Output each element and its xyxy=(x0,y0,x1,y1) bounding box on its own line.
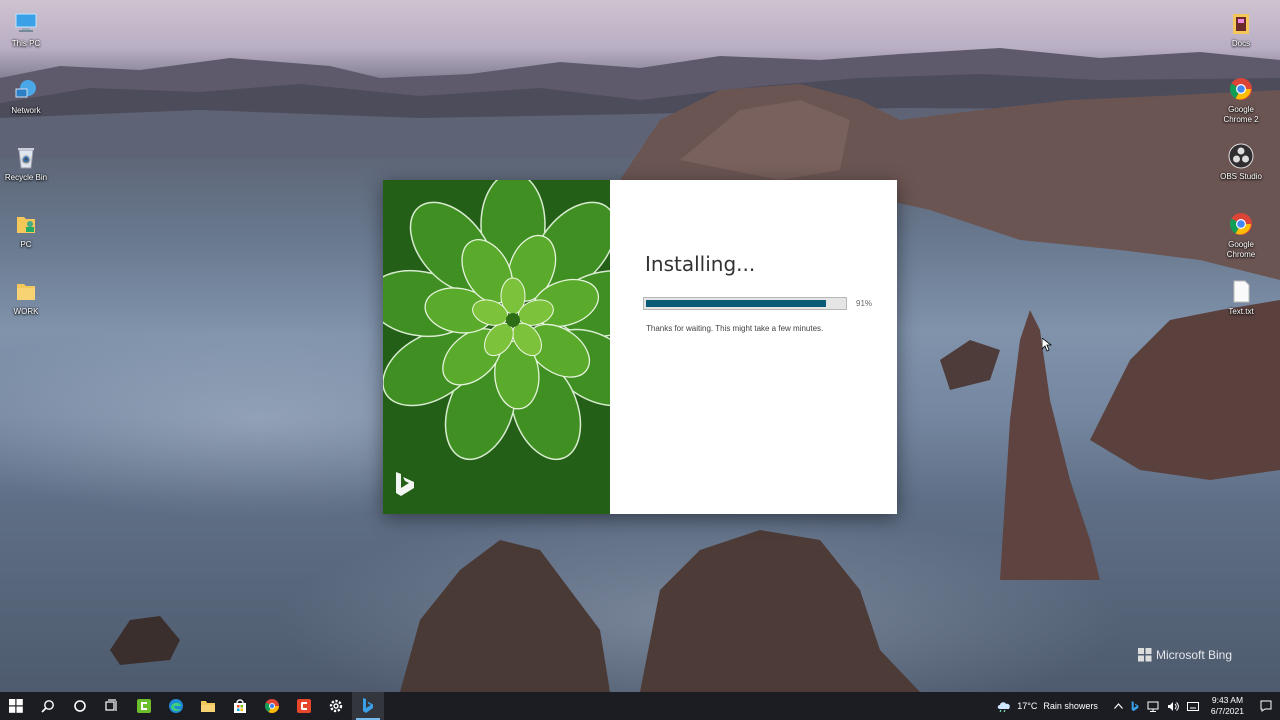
task-view-icon xyxy=(105,699,117,711)
desktop-icon-label: Google Chrome 2 xyxy=(1223,105,1259,124)
installer-title: Installing... xyxy=(645,252,756,276)
taskbar-app-green[interactable] xyxy=(128,692,160,720)
user-folder-icon xyxy=(17,217,35,233)
start-button[interactable] xyxy=(0,692,32,720)
network-icon xyxy=(1147,701,1159,712)
installer-content: Installing... 91% Thanks for waiting. Th… xyxy=(610,180,897,514)
search-button[interactable] xyxy=(32,692,64,720)
wallpaper-foreground-rocks xyxy=(110,530,920,692)
succulent-image xyxy=(383,180,610,514)
weather-temp: 17°C xyxy=(1017,701,1038,711)
desktop-icon-label: Text.txt xyxy=(1228,307,1254,316)
bing-icon xyxy=(1131,700,1139,711)
install-progress-bar xyxy=(643,297,847,310)
wallpaper-sea-stacks xyxy=(940,300,1280,580)
recycle-bin-icon: ♻ xyxy=(18,148,34,169)
desktop-icon-google-chrome-2[interactable]: Google Chrome 2 xyxy=(1215,76,1267,125)
folder-icon xyxy=(17,284,35,300)
taskbar-edge[interactable] xyxy=(160,692,192,720)
bing-icon xyxy=(363,698,373,713)
desktop-icon-google-chrome[interactable]: Google Chrome xyxy=(1215,211,1267,260)
tray-keyboard[interactable] xyxy=(1183,701,1203,711)
desktop-icon-label: WORK xyxy=(13,307,39,316)
desktop-icon-recycle-bin[interactable]: ♻ Recycle Bin xyxy=(0,144,52,183)
task-view-button[interactable] xyxy=(96,692,128,720)
edge-icon xyxy=(169,699,183,713)
desktop-icon-this-pc[interactable]: This PC xyxy=(0,10,52,49)
taskbar-file-explorer[interactable] xyxy=(192,692,224,720)
taskbar-bing-installer[interactable] xyxy=(352,692,384,720)
rain-cloud-icon xyxy=(998,702,1011,712)
installer-succulent-artwork xyxy=(383,180,610,514)
folder-icon xyxy=(1233,14,1249,34)
chevron-up-icon xyxy=(1113,703,1123,709)
weather-text: Rain showers xyxy=(1043,701,1098,711)
app-red-icon xyxy=(297,699,311,713)
chrome-icon xyxy=(1230,213,1252,235)
start-icon xyxy=(9,699,23,713)
desktop-icon-pc-folder[interactable]: PC xyxy=(0,211,52,250)
search-icon xyxy=(41,700,54,713)
desktop-icon-docs[interactable]: Docs xyxy=(1215,10,1267,49)
tray-network[interactable] xyxy=(1143,701,1163,712)
installer-message: Thanks for waiting. This might take a fe… xyxy=(646,324,824,333)
taskbar-settings[interactable] xyxy=(320,692,352,720)
text-file-icon xyxy=(1233,280,1250,303)
desktop-icon-text-txt[interactable]: Text.txt xyxy=(1215,278,1267,317)
desktop-icon-label: PC xyxy=(20,240,32,249)
clock-date: 6/7/2021 xyxy=(1210,706,1244,716)
desktop-icon-label: Google Chrome xyxy=(1226,240,1256,259)
desktop-icon-label: Docs xyxy=(1231,39,1251,48)
taskbar: 17°C Rain showers 9:43 AM 6/7/2021 xyxy=(0,692,1280,720)
store-icon xyxy=(234,699,246,713)
tray-bing[interactable] xyxy=(1127,700,1143,712)
mouse-cursor-icon xyxy=(1042,338,1052,352)
notification-icon xyxy=(1260,700,1272,712)
clock-time: 9:43 AM xyxy=(1211,695,1244,705)
desktop-icon-label: OBS Studio xyxy=(1220,172,1262,181)
taskbar-clock[interactable]: 9:43 AM 6/7/2021 xyxy=(1203,695,1252,717)
cortana-button[interactable] xyxy=(64,692,96,720)
file-explorer-icon xyxy=(201,701,215,712)
computer-icon xyxy=(15,13,37,32)
volume-icon xyxy=(1167,701,1179,711)
windows-logo-icon xyxy=(1138,648,1152,662)
taskbar-chrome[interactable] xyxy=(256,692,288,720)
app-icon xyxy=(137,699,151,713)
cortana-icon xyxy=(74,700,86,712)
action-center-button[interactable] xyxy=(1252,700,1280,712)
obs-icon xyxy=(1228,143,1254,169)
bing-installer-window: Installing... 91% Thanks for waiting. Th… xyxy=(383,180,897,514)
settings-icon xyxy=(329,699,343,713)
desktop-icon-network[interactable]: Network xyxy=(0,77,52,116)
chrome-icon xyxy=(265,699,279,713)
watermark-label: Microsoft Bing xyxy=(1156,648,1233,662)
microsoft-bing-watermark: Microsoft Bing xyxy=(1138,648,1232,662)
chrome-icon xyxy=(1230,78,1252,100)
keyboard-icon xyxy=(1186,701,1199,711)
taskbar-store[interactable] xyxy=(224,692,256,720)
taskbar-app-red[interactable] xyxy=(288,692,320,720)
system-tray: 17°C Rain showers 9:43 AM 6/7/2021 xyxy=(992,692,1280,720)
weather-widget[interactable]: 17°C Rain showers xyxy=(992,700,1110,712)
desktop-icon-obs-studio[interactable]: OBS Studio xyxy=(1215,143,1267,182)
network-icon xyxy=(15,80,36,98)
svg-text:♻: ♻ xyxy=(22,155,29,164)
desktop-icon-work-folder[interactable]: WORK xyxy=(0,278,52,317)
install-progress-fill xyxy=(646,300,827,307)
show-hidden-icons-button[interactable] xyxy=(1110,703,1127,709)
install-progress-percent: 91% xyxy=(856,299,873,308)
desktop-icon-label: Network xyxy=(11,106,41,115)
tray-volume[interactable] xyxy=(1163,701,1183,712)
desktop-icon-label: This PC xyxy=(11,39,41,48)
desktop-icon-label: Recycle Bin xyxy=(4,173,48,182)
